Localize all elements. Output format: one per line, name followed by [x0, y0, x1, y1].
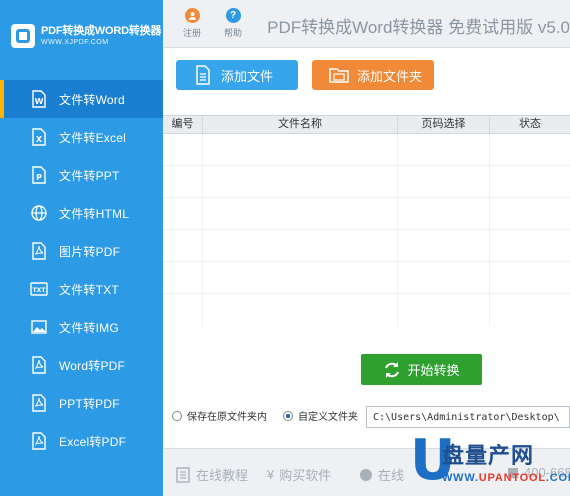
- file-table: 编号 文件名称 页码选择 状态: [163, 115, 570, 327]
- help-label: 帮助: [223, 28, 242, 38]
- buy-software-label: 购买软件: [279, 468, 332, 483]
- sidebar-nav: W 文件转Word X 文件转Excel P 文件转PPT 文件转HTML 图片…: [0, 80, 163, 460]
- online-support-label: 在线: [378, 468, 405, 483]
- sidebar-item-label: 图片转PDF: [59, 244, 121, 259]
- app-logo-icon: [11, 24, 35, 48]
- pdf-icon: [30, 242, 48, 260]
- column-header-number[interactable]: 编号: [163, 116, 203, 133]
- sidebar-item-file-to-html[interactable]: 文件转HTML: [0, 194, 163, 232]
- sidebar-item-label: Word转PDF: [59, 358, 126, 373]
- column-header-filename[interactable]: 文件名称: [203, 116, 398, 133]
- refresh-icon: [385, 361, 400, 378]
- sidebar-item-excel-to-pdf[interactable]: Excel转PDF: [0, 422, 163, 460]
- sidebar-item-label: 文件转IMG: [59, 320, 119, 335]
- sidebar-item-label: 文件转PPT: [59, 168, 120, 183]
- radio-unchecked: [172, 410, 182, 421]
- sidebar-item-file-to-excel[interactable]: X 文件转Excel: [0, 118, 163, 156]
- table-row[interactable]: [163, 294, 570, 326]
- sidebar-item-label: 文件转Word: [59, 92, 125, 107]
- start-conversion-label: 开始转换: [407, 363, 460, 378]
- ppt-icon: P: [30, 166, 48, 184]
- svg-text:TXT: TXT: [33, 287, 47, 294]
- chat-icon: [360, 468, 372, 481]
- sidebar-item-label: Excel转PDF: [59, 434, 127, 449]
- column-header-page-range[interactable]: 页码选择: [398, 116, 490, 133]
- sidebar-item-word-to-pdf[interactable]: Word转PDF: [0, 346, 163, 384]
- table-row[interactable]: [163, 166, 570, 198]
- folder-icon: [329, 68, 349, 83]
- help-icon: ?: [225, 8, 241, 23]
- document-icon: [196, 65, 210, 85]
- save-original-folder-label: 保存在原文件夹内: [187, 412, 267, 423]
- help-button[interactable]: ? 帮助: [216, 8, 250, 39]
- top-bar: 注册 ? 帮助 PDF转换成Word转换器 免费试用版 v5.0: [163, 0, 570, 48]
- custom-folder-label: 自定义文件夹: [298, 412, 358, 423]
- svg-text:X: X: [36, 135, 43, 144]
- sidebar-item-file-to-txt[interactable]: TXT 文件转TXT: [0, 270, 163, 308]
- book-icon: [176, 466, 190, 483]
- add-file-label: 添加文件: [221, 68, 274, 84]
- brand-url: WWW.XJPDF.COM: [41, 39, 109, 46]
- sidebar-item-label: 文件转Excel: [59, 130, 126, 145]
- pdf-icon: [30, 394, 48, 412]
- sidebar-item-file-to-word[interactable]: W 文件转Word: [0, 80, 163, 118]
- sidebar-item-file-to-img[interactable]: 文件转IMG: [0, 308, 163, 346]
- start-conversion-button[interactable]: 开始转换: [361, 354, 482, 385]
- buy-software-link[interactable]: ¥ 购买软件: [267, 465, 331, 484]
- online-support-link[interactable]: 在线: [359, 465, 404, 484]
- pdf-icon: [30, 432, 48, 450]
- add-folder-button[interactable]: 添加文件夹: [312, 60, 434, 90]
- yen-icon: ¥: [267, 467, 275, 482]
- svg-text:P: P: [36, 173, 42, 182]
- excel-icon: X: [30, 128, 48, 146]
- app-title: PDF转换成Word转换器 免费试用版 v5.0: [267, 18, 570, 37]
- image-icon: [30, 318, 48, 336]
- custom-folder-radio[interactable]: 自定义文件夹: [283, 408, 358, 423]
- globe-icon: [30, 204, 48, 222]
- sidebar-item-image-to-pdf[interactable]: 图片转PDF: [0, 232, 163, 270]
- column-header-status[interactable]: 状态: [490, 116, 570, 133]
- sidebar-item-label: 文件转TXT: [59, 282, 119, 297]
- svg-text:W: W: [35, 97, 44, 106]
- watermark-logo: U 盘量产网 WWW.UPANTOOL.COM: [410, 432, 570, 496]
- output-path-field[interactable]: [366, 406, 570, 428]
- brand: PDF转换成WORD转换器 WWW.XJPDF.COM: [0, 0, 163, 80]
- txt-icon: TXT: [30, 280, 48, 298]
- user-icon: [184, 8, 200, 23]
- sidebar-item-file-to-ppt[interactable]: P 文件转PPT: [0, 156, 163, 194]
- save-original-folder-radio[interactable]: 保存在原文件夹内: [172, 408, 267, 423]
- table-header: 编号 文件名称 页码选择 状态: [163, 116, 570, 134]
- output-options: 保存在原文件夹内 自定义文件夹: [172, 408, 358, 423]
- watermark-text: 盘量产网: [442, 443, 535, 468]
- online-tutorial-link[interactable]: 在线教程: [175, 465, 248, 484]
- sidebar: PDF转换成WORD转换器 WWW.XJPDF.COM W 文件转Word X …: [0, 0, 163, 496]
- register-label: 注册: [182, 28, 201, 38]
- table-row[interactable]: [163, 134, 570, 166]
- radio-checked: [283, 410, 293, 421]
- watermark-url: WWW.UPANTOOL.COM: [442, 472, 570, 484]
- pdf-icon: [30, 356, 48, 374]
- register-button[interactable]: 注册: [175, 8, 209, 39]
- table-row[interactable]: [163, 198, 570, 230]
- online-tutorial-label: 在线教程: [196, 468, 249, 483]
- brand-title: PDF转换成WORD转换器: [41, 25, 162, 37]
- table-row[interactable]: [163, 262, 570, 294]
- sidebar-item-label: 文件转HTML: [59, 206, 130, 221]
- word-icon: W: [30, 90, 48, 108]
- add-folder-label: 添加文件夹: [357, 68, 423, 84]
- table-row[interactable]: [163, 230, 570, 262]
- sidebar-item-label: PPT转PDF: [59, 396, 120, 411]
- add-file-button[interactable]: 添加文件: [176, 60, 298, 90]
- sidebar-item-ppt-to-pdf[interactable]: PPT转PDF: [0, 384, 163, 422]
